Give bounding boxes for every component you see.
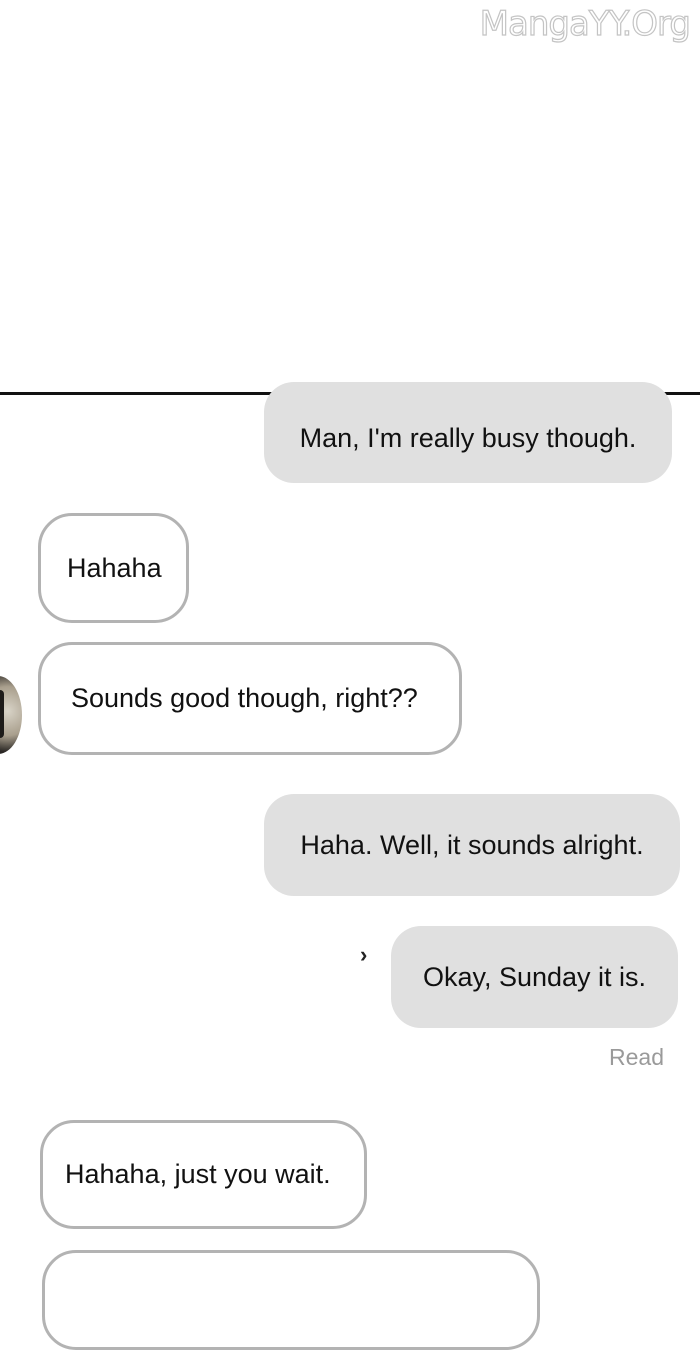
- message-text: Okay, Sunday it is.: [422, 961, 647, 992]
- received-message-bubble: Hahaha, just you wait.: [40, 1120, 367, 1229]
- received-message-bubble: Sounds good though, right??: [38, 642, 462, 755]
- received-message-bubble: [42, 1250, 540, 1350]
- sent-message-bubble: Okay, Sunday it is.: [391, 926, 678, 1028]
- contact-avatar: [0, 676, 22, 754]
- message-text: Haha. Well, it sounds alright.: [300, 829, 644, 860]
- received-message-bubble: Hahaha: [38, 513, 189, 623]
- message-text: Sounds good though, right??: [71, 683, 418, 713]
- message-text: Hahaha, just you wait.: [65, 1159, 331, 1189]
- watermark: MangaYY.Org: [479, 3, 692, 44]
- message-text: Man, I'm really busy though.: [299, 423, 637, 453]
- sent-message-bubble: Haha. Well, it sounds alright.: [264, 794, 680, 896]
- motion-mark: ›: [360, 942, 368, 967]
- sent-message-bubble: Man, I'm really busy though.: [264, 382, 672, 483]
- message-text: Hahaha: [67, 552, 162, 583]
- read-receipt: Read: [609, 1044, 664, 1070]
